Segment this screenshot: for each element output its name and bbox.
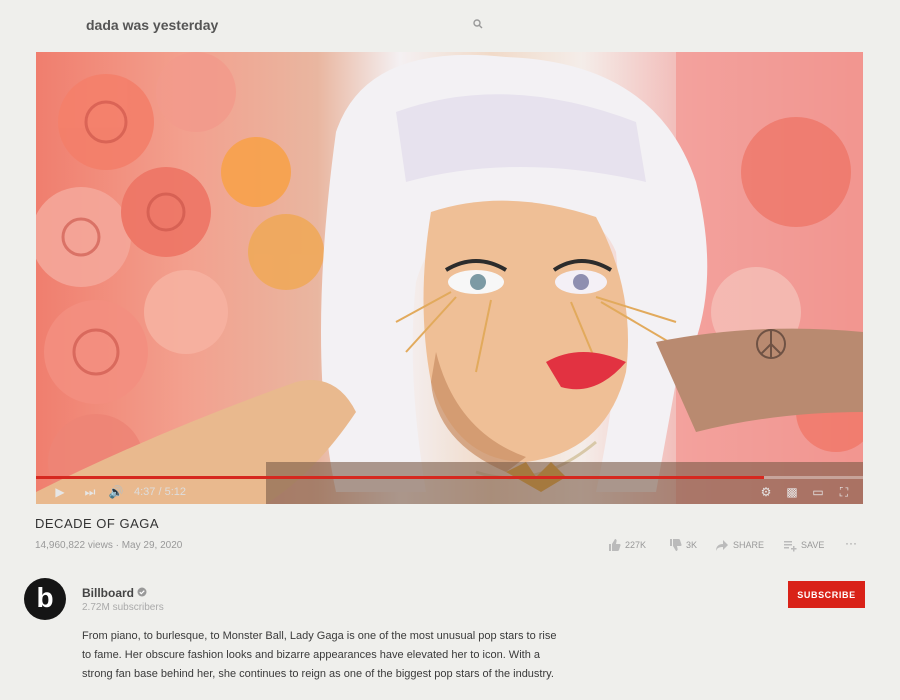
video-player[interactable]: ▶ ⏭ 🔊 4:37 / 5:12 ⚙ ▩ ▭ ⛶	[36, 52, 863, 504]
share-label: SHARE	[733, 540, 765, 550]
subscriber-count: 2.72M subscribers	[82, 602, 164, 613]
search-icon[interactable]	[473, 19, 483, 29]
fullscreen-icon[interactable]: ⛶	[836, 484, 852, 500]
player-controls: ▶ ⏭ 🔊 4:37 / 5:12 ⚙ ▩ ▭ ⛶	[36, 480, 863, 504]
avatar-letter: b	[36, 582, 54, 613]
video-description: From piano, to burlesque, to Monster Bal…	[82, 627, 562, 684]
thumbs-up-icon	[609, 539, 621, 551]
more-icon: ···	[845, 536, 857, 550]
description-line: to fame. Her obscure fashion looks and b…	[82, 649, 540, 661]
channel-avatar[interactable]: b	[24, 578, 66, 620]
time-display: 4:37 / 5:12	[134, 486, 186, 498]
thumbs-down-icon	[670, 539, 682, 551]
video-thumbnail	[36, 52, 863, 504]
top-bar: dada was yesterday	[0, 0, 900, 50]
dislike-count: 3K	[686, 540, 698, 550]
channel-name[interactable]: Billboard	[82, 586, 134, 600]
play-icon[interactable]: ▶	[52, 484, 68, 500]
search-query[interactable]: dada was yesterday	[86, 17, 218, 33]
description-line: From piano, to burlesque, to Monster Bal…	[82, 630, 557, 642]
settings-icon[interactable]: ⚙	[758, 484, 774, 500]
progress-bar[interactable]	[36, 476, 863, 479]
like-count: 227K	[625, 540, 647, 550]
subscribe-button[interactable]: SUBSCRIBE	[788, 581, 865, 608]
save-button[interactable]: SAVE	[783, 538, 824, 552]
volume-icon[interactable]: 🔊	[108, 484, 124, 500]
video-title: DECADE OF GAGA	[35, 516, 160, 531]
progress-fill	[36, 476, 764, 479]
video-meta-row: 14,960,822 views · May 29, 2020 227K 3K …	[35, 536, 865, 556]
save-playlist-icon	[784, 541, 797, 552]
more-actions-button[interactable]: ···	[845, 536, 857, 550]
miniplayer-icon[interactable]: ▩	[784, 484, 800, 500]
like-button[interactable]: 227K	[607, 538, 646, 552]
share-button[interactable]: SHARE	[715, 538, 764, 552]
dislike-button[interactable]: 3K	[668, 538, 697, 552]
next-icon[interactable]: ⏭	[82, 484, 98, 500]
theater-icon[interactable]: ▭	[810, 484, 826, 500]
verified-icon	[137, 587, 147, 597]
save-label: SAVE	[801, 540, 825, 550]
share-icon	[716, 540, 728, 551]
description-line: strong fan base behind her, she continue…	[82, 668, 554, 680]
view-count: 14,960,822 views · May 29, 2020	[35, 540, 183, 551]
